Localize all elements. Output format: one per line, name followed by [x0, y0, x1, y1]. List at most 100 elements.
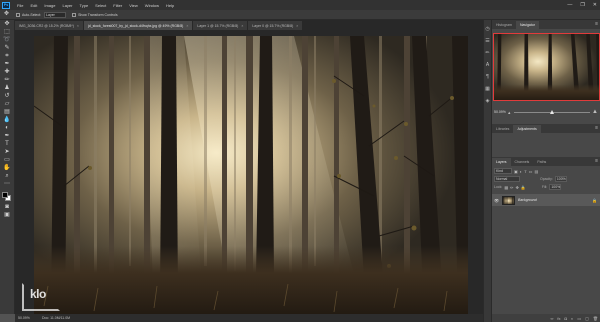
shape-filter-icon[interactable]: ▭	[529, 169, 533, 174]
doc-tab-active[interactable]: jd_stock_forest007_by_jd_stock-d4fnqhx.j…	[83, 21, 194, 30]
tab-layers[interactable]: Layers	[492, 158, 511, 166]
pen-icon[interactable]: ✒	[3, 133, 12, 140]
panel-menu-icon[interactable]: ≡	[595, 158, 598, 164]
adjustment-layer-icon[interactable]: ◐	[571, 316, 573, 321]
menu-window[interactable]: Window	[145, 3, 159, 8]
lock-position-icon[interactable]: ✥	[516, 185, 519, 190]
paragraph-panel-icon[interactable]: ¶	[485, 74, 491, 80]
menu-edit[interactable]: Edit	[30, 3, 37, 8]
close-icon[interactable]: ×	[296, 24, 298, 28]
close-icon[interactable]: ×	[241, 24, 243, 28]
navigator-preview[interactable]	[493, 33, 600, 101]
panel-menu-icon[interactable]: ≡	[595, 125, 598, 131]
hand-icon[interactable]: ✋	[3, 165, 12, 172]
status-zoom[interactable]: 50.09%	[18, 316, 36, 320]
lock-all-icon[interactable]: 🔒	[521, 185, 526, 190]
tab-navigator[interactable]: Navigator	[515, 21, 539, 29]
doc-tab[interactable]: Layer 1 @ 15.7% (RGB/8) ×	[193, 21, 249, 30]
move-icon[interactable]: ✥	[3, 21, 12, 28]
forest-photo[interactable]	[34, 36, 468, 314]
eraser-icon[interactable]: ▱	[3, 101, 12, 108]
zoom-in-icon[interactable]: ▲	[592, 109, 598, 115]
tab-histogram[interactable]: Histogram	[492, 21, 516, 29]
new-layer-icon[interactable]: ▢	[585, 316, 589, 321]
dodge-icon[interactable]: ◐	[3, 125, 12, 132]
layer-mask-icon[interactable]: ◘	[565, 316, 567, 321]
blur-icon[interactable]: 💧	[3, 117, 12, 124]
doc-tab[interactable]: Layer 0 @ 15.7% (RGB/8) ×	[248, 21, 304, 30]
zoom-slider[interactable]	[514, 109, 591, 114]
doc-tab[interactable]: IMG_3036.CR2 @ 15.2% (RGB/8*) ×	[15, 21, 84, 30]
layer-row[interactable]: 👁 Background 🔒	[492, 194, 600, 206]
properties-panel-icon[interactable]: ☰	[485, 38, 491, 44]
pixel-filter-icon[interactable]: ▣	[514, 169, 518, 174]
lasso-icon[interactable]: ➰	[3, 37, 12, 44]
zoom-icon[interactable]: ⌕	[3, 173, 12, 180]
history-panel-icon[interactable]: ◷	[485, 26, 491, 32]
new-group-icon[interactable]: ▭	[577, 316, 581, 321]
zoom-out-icon[interactable]: ▲	[507, 110, 512, 115]
clone-stamp-icon[interactable]: ♟	[3, 85, 12, 92]
restore-button[interactable]: ❐	[580, 2, 584, 8]
menu-image[interactable]: Image	[44, 3, 55, 8]
canvas-area[interactable]	[15, 30, 483, 314]
close-button[interactable]: ✕	[593, 2, 597, 8]
navigator-zoom-value[interactable]: 50.09%	[494, 110, 507, 114]
link-layers-icon[interactable]: ∞	[551, 316, 554, 321]
screen-mode-icon[interactable]: ▣	[3, 212, 12, 219]
lock-paint-icon[interactable]: ✏	[510, 185, 513, 190]
shape-icon[interactable]: ▭	[3, 157, 12, 164]
color-swatches[interactable]	[1, 191, 13, 203]
close-icon[interactable]: ×	[77, 24, 79, 28]
transform-controls-checkbox[interactable]	[72, 12, 77, 17]
layer-kind-filter[interactable]: Kind	[494, 168, 512, 174]
gradient-icon[interactable]: ▤	[3, 109, 12, 116]
blend-mode-select[interactable]: Normal	[494, 176, 520, 182]
menu-select[interactable]: Select	[95, 3, 106, 8]
styles-panel-icon[interactable]: ◈	[485, 98, 491, 104]
crop-icon[interactable]: ⌗	[3, 53, 12, 60]
healing-brush-icon[interactable]: ✚	[3, 69, 12, 76]
type-icon[interactable]: T	[3, 141, 12, 148]
character-panel-icon[interactable]: A	[485, 62, 491, 68]
opacity-field[interactable]: 100%	[554, 176, 567, 182]
tab-paths[interactable]: Paths	[533, 158, 550, 166]
quick-select-icon[interactable]: ✎	[3, 45, 12, 52]
tab-libraries[interactable]: Libraries	[492, 125, 513, 133]
zoom-slider-thumb[interactable]	[550, 109, 555, 114]
layer-name[interactable]: Background	[518, 198, 589, 202]
path-select-icon[interactable]: ➤	[3, 149, 12, 156]
adjustment-filter-icon[interactable]: ◐	[520, 169, 522, 174]
fill-field[interactable]: 100%	[549, 184, 562, 190]
menu-file[interactable]: File	[17, 3, 23, 8]
auto-select-checkbox[interactable]	[16, 12, 20, 17]
swatches-panel-icon[interactable]: ▦	[485, 86, 491, 92]
panel-menu-icon[interactable]: ≡	[595, 21, 598, 27]
auto-select-dropdown[interactable]: Layer	[44, 11, 67, 18]
foreground-color-swatch[interactable]	[2, 192, 8, 198]
visibility-eye-icon[interactable]: 👁	[494, 198, 499, 203]
menu-help[interactable]: Help	[166, 3, 174, 8]
navigator-view-box[interactable]	[493, 33, 600, 101]
trash-icon[interactable]: 🗑	[593, 316, 598, 321]
move-tool-icon[interactable]: ✥	[3, 11, 10, 18]
menu-view[interactable]: View	[129, 3, 138, 8]
history-brush-icon[interactable]: ↺	[3, 93, 12, 100]
minimize-button[interactable]: —	[567, 2, 572, 8]
close-icon[interactable]: ×	[186, 24, 188, 28]
menu-layer[interactable]: Layer	[62, 3, 72, 8]
more-tools-icon[interactable]: ⋯	[3, 181, 12, 188]
smart-object-filter-icon[interactable]: ▤	[534, 169, 538, 174]
tab-adjustments[interactable]: Adjustments	[513, 125, 541, 133]
lock-pixels-icon[interactable]: ▦	[504, 185, 508, 190]
menu-type[interactable]: Type	[80, 3, 89, 8]
quick-mask-icon[interactable]: ◙	[3, 204, 12, 211]
eyedropper-icon[interactable]: ✒	[3, 61, 12, 68]
tab-channels[interactable]: Channels	[511, 158, 534, 166]
brush-icon[interactable]: ✏	[3, 77, 12, 84]
type-filter-icon[interactable]: T	[524, 169, 526, 174]
marquee-icon[interactable]: ⬚	[3, 29, 12, 36]
brush-panel-icon[interactable]: ✏	[485, 50, 491, 56]
menu-filter[interactable]: Filter	[113, 3, 122, 8]
layer-style-icon[interactable]: fx	[557, 316, 560, 321]
